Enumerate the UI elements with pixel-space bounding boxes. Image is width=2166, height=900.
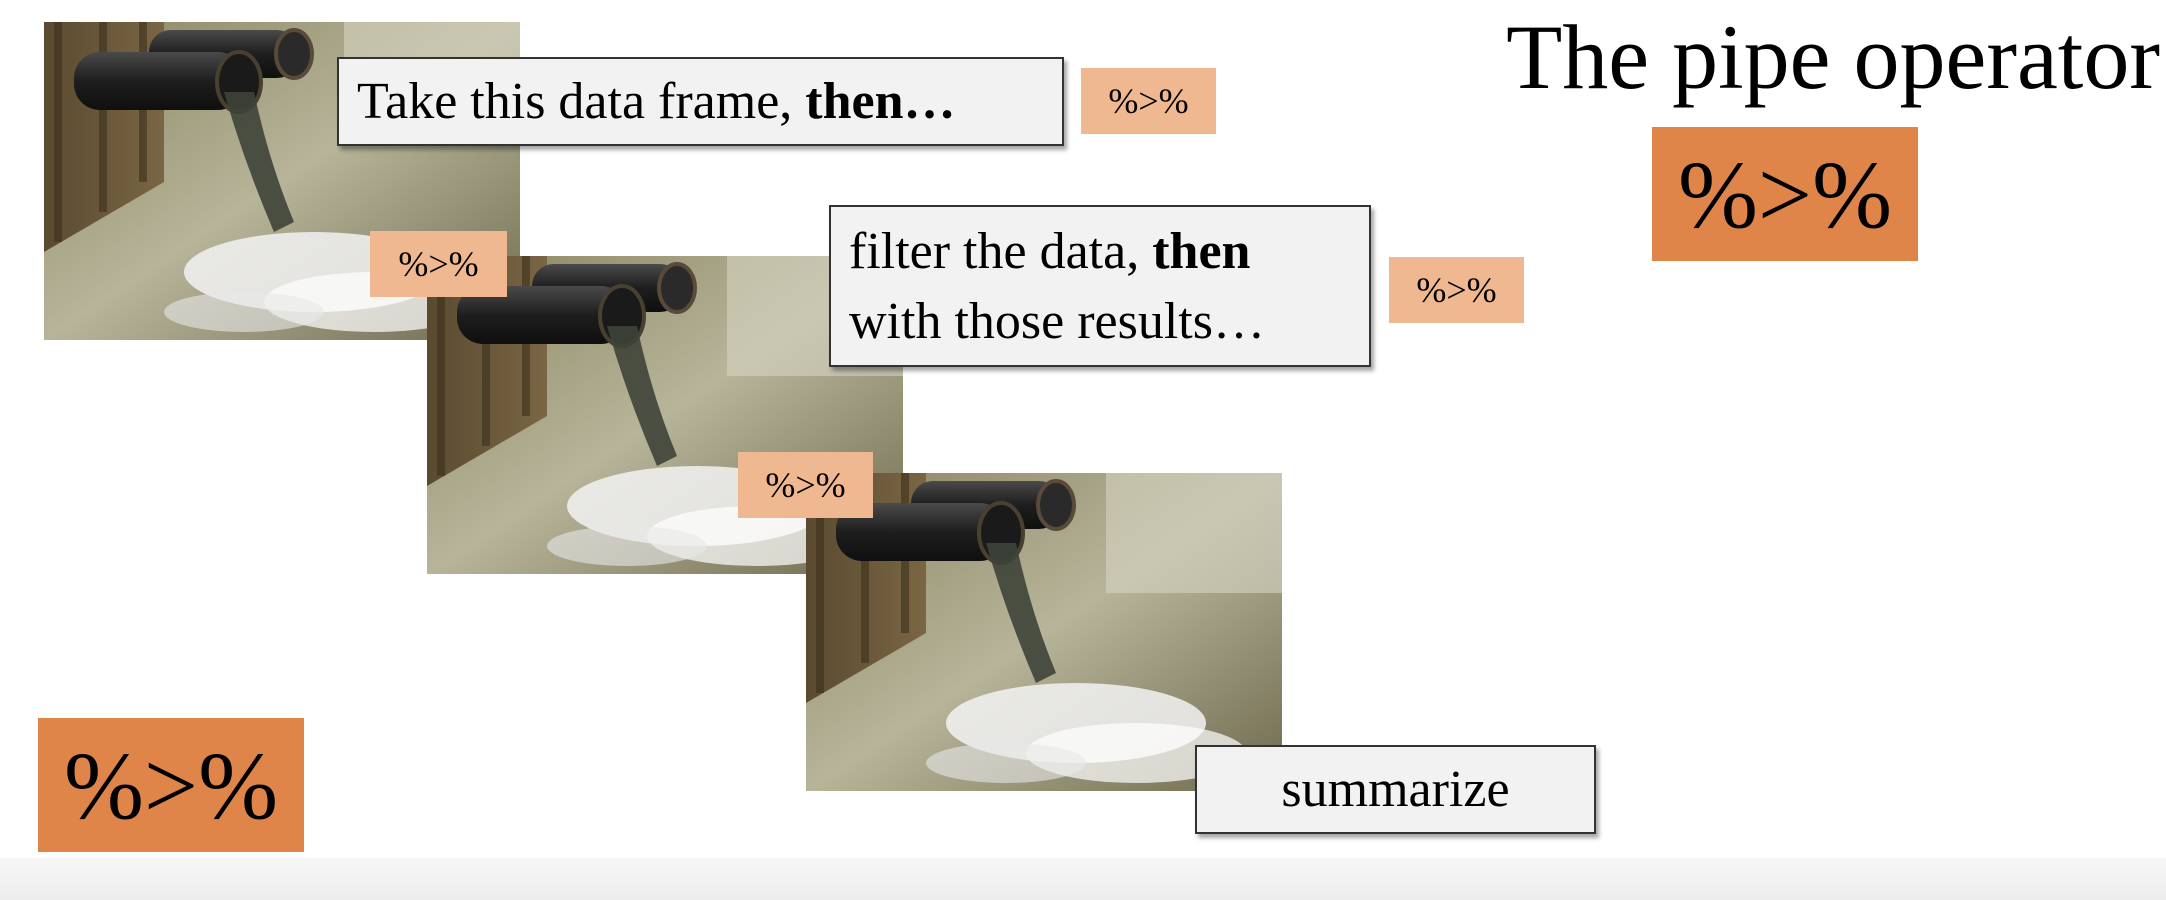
pipe-operator-tag-3: %>% [1389,257,1524,323]
callout-text: Take this data frame, [357,73,806,130]
callout-take-data-frame: Take this data frame, then… [337,57,1064,146]
callout-bold: then [1152,223,1251,280]
callout-line-1: filter the data, then [849,217,1351,287]
callout-line-2: with those results… [849,293,1265,350]
pipe-operator-tag-2: %>% [370,231,507,297]
pipe-operator-tag-1: %>% [1081,68,1216,134]
callout-filter-data: filter the data, then with those results… [829,205,1371,367]
pipe-operator-badge-large: %>% [1652,127,1918,261]
slide: The pipe operator %>% %>% %>% %>% %>% %>… [0,0,2166,858]
pipe-operator-badge-bottom: %>% [38,718,304,852]
pipe-operator-tag-4: %>% [738,452,873,518]
slide-title: The pipe operator [1506,6,2160,108]
bottom-strip [0,858,2166,900]
callout-text: filter the data, [849,223,1153,280]
callout-bold: then… [805,73,956,130]
drainage-pipe-photo [806,473,1282,791]
pipe-photo-3 [806,473,1282,791]
callout-summarize: summarize [1195,745,1596,834]
